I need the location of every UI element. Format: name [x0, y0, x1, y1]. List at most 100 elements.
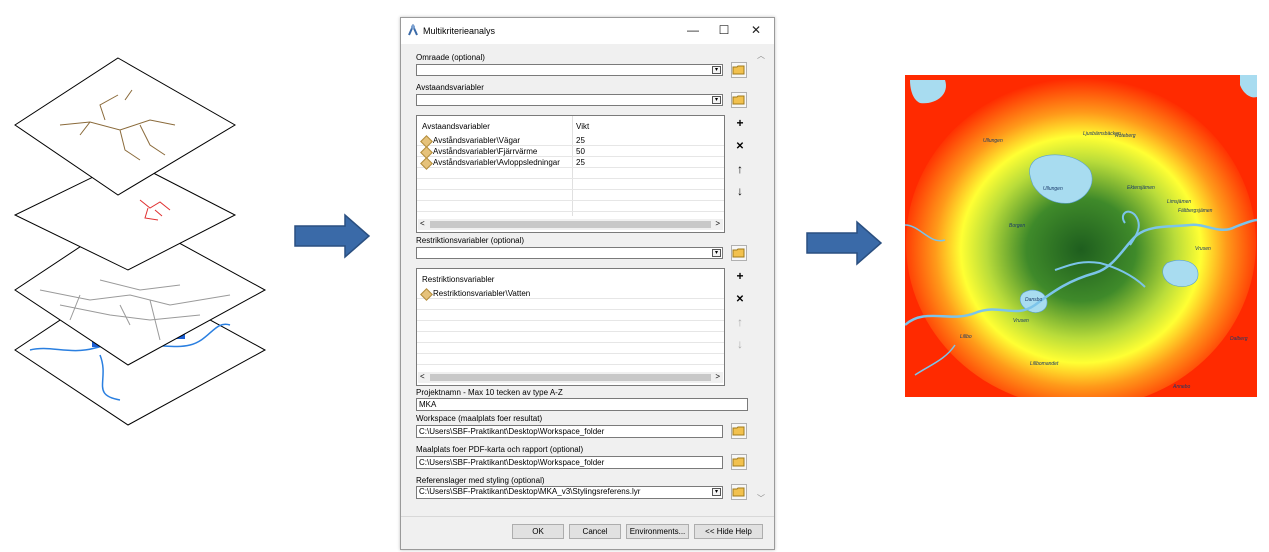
- button-bar-divider: [401, 516, 774, 517]
- close-button[interactable]: ✕: [747, 22, 765, 38]
- cancel-button[interactable]: Cancel: [569, 524, 621, 539]
- referens-combo[interactable]: C:\Users\SBF-Praktikant\Desktop\MKA_v3\S…: [416, 486, 723, 499]
- scroll-right-arrow-icon[interactable]: >: [715, 219, 720, 228]
- map-label-uppsala: Ullungen: [983, 138, 1003, 144]
- tool-icon: [408, 24, 418, 36]
- restriktion-label: Restriktionsvariabler (optional): [416, 236, 525, 245]
- map-label-lillbo: Lillbo: [960, 334, 972, 340]
- table-row-empty: [417, 321, 724, 332]
- row-weight[interactable]: 25: [576, 158, 585, 167]
- map-label-faltberg: Fältbergsjämen: [1178, 208, 1213, 214]
- right-arrow-icon: [806, 220, 883, 266]
- row-weight[interactable]: 50: [576, 147, 585, 156]
- hide-help-button[interactable]: << Hide Help: [694, 524, 763, 539]
- horizontal-scrollbar[interactable]: < >: [418, 372, 723, 383]
- referens-label: Referenslager med styling (optional): [416, 476, 545, 485]
- right-arrow-icon: [294, 213, 371, 259]
- table-row-empty: [417, 310, 724, 321]
- omraade-label: Omraade (optional): [416, 53, 485, 62]
- horizontal-scrollbar[interactable]: < >: [418, 219, 723, 230]
- folder-icon: [732, 95, 745, 105]
- table-row-empty: [417, 343, 724, 354]
- table-row[interactable]: Avståndsvariabler\Fjärrvärme 50: [417, 146, 724, 159]
- map-label-ektersjamen: Ektersjämen: [1127, 185, 1155, 191]
- workspace-browse-button[interactable]: [731, 423, 747, 439]
- omraade-browse-button[interactable]: [731, 62, 747, 78]
- ok-button[interactable]: OK: [512, 524, 564, 539]
- map-label-dalberg: Dalberg: [1230, 336, 1248, 342]
- scroll-thumb[interactable]: [430, 374, 711, 381]
- move-up-button[interactable]: ↑: [732, 162, 748, 178]
- move-down-button[interactable]: ↓: [732, 184, 748, 200]
- scroll-up-arrow-icon[interactable]: ︿: [757, 50, 765, 61]
- table-row[interactable]: Avståndsvariabler\Avloppsledningar 25: [417, 157, 724, 170]
- add-row-button[interactable]: +: [732, 116, 748, 132]
- avstaand-label: Avstaandsvariabler: [416, 83, 484, 92]
- row-weight[interactable]: 25: [576, 136, 585, 145]
- row-name: Avståndsvariabler\Avloppsledningar: [433, 158, 560, 167]
- map-label-borgen: Borgen: [1009, 223, 1025, 229]
- sewage-layer: [14, 57, 236, 196]
- column-header-name: Restriktionsvariabler: [422, 275, 495, 284]
- pdf-input[interactable]: C:\Users\SBF-Praktikant\Desktop\Workspac…: [416, 456, 723, 469]
- workspace-label: Workspace (maalplats foer resultat): [416, 414, 543, 423]
- workspace-input[interactable]: C:\Users\SBF-Praktikant\Desktop\Workspac…: [416, 425, 723, 438]
- minimize-button[interactable]: —: [684, 22, 702, 38]
- avstaand-browse-button[interactable]: [731, 92, 747, 108]
- table-row[interactable]: Restriktionsvariabler\Vatten: [417, 288, 724, 301]
- dropdown-arrow-icon[interactable]: ▾: [712, 488, 721, 496]
- dropdown-arrow-icon[interactable]: ▾: [712, 96, 721, 104]
- projektnamn-label: Projektnamn - Max 10 tecken av type A-Z: [416, 388, 563, 397]
- table-row-empty: [417, 179, 724, 190]
- environments-button[interactable]: Environments...: [626, 524, 689, 539]
- dropdown-arrow-icon[interactable]: ▾: [712, 66, 721, 74]
- map-label-lillbomandet: Lillbomandet: [1030, 361, 1059, 367]
- remove-row-button[interactable]: ✕: [732, 139, 748, 155]
- table-row[interactable]: Avståndsvariabler\Vägar 25: [417, 135, 724, 148]
- folder-icon: [732, 487, 745, 497]
- restriktion-browse-button[interactable]: [731, 245, 747, 261]
- move-up-button[interactable]: ↑: [732, 315, 748, 331]
- move-down-button[interactable]: ↓: [732, 337, 748, 353]
- folder-icon: [732, 457, 745, 467]
- projektnamn-input[interactable]: MKA: [416, 398, 748, 411]
- restriktion-combo[interactable]: ▾: [416, 247, 723, 259]
- scroll-left-arrow-icon[interactable]: <: [420, 219, 425, 228]
- referens-browse-button[interactable]: [731, 484, 747, 500]
- table-row-empty: [417, 354, 724, 365]
- row-name: Restriktionsvariabler\Vatten: [433, 289, 531, 298]
- map-label-dansbo: Dansbo: [1025, 297, 1042, 303]
- pdf-label: Maalplats foer PDF-karta och rapport (op…: [416, 445, 584, 454]
- vertical-scrollbar[interactable]: ︿ ﹀: [754, 48, 769, 509]
- dropdown-arrow-icon[interactable]: ▾: [712, 249, 721, 257]
- map-label-roteberg: Roteberg: [1115, 133, 1136, 139]
- map-label-annebo: Annebo: [1172, 384, 1190, 390]
- avstaand-combo[interactable]: ▾: [416, 94, 723, 106]
- folder-icon: [732, 248, 745, 258]
- column-header-name: Avstaandsvariabler: [422, 122, 490, 131]
- dialog-title: Multikriterieanalys: [423, 26, 496, 36]
- row-name: Avståndsvariabler\Fjärrvärme: [433, 147, 538, 156]
- title-bar: Multikriterieanalys — ☐ ✕: [401, 18, 774, 44]
- omraade-combo[interactable]: ▾: [416, 64, 723, 76]
- multikriterieanalys-dialog: Multikriterieanalys — ☐ ✕ ︿ ﹀ Omraade (o…: [400, 17, 775, 550]
- scroll-right-arrow-icon[interactable]: >: [715, 372, 720, 381]
- pdf-browse-button[interactable]: [731, 454, 747, 470]
- scroll-left-arrow-icon[interactable]: <: [420, 372, 425, 381]
- column-header-weight: Vikt: [576, 122, 590, 131]
- map-label-vrusen-east: Vrusen: [1195, 246, 1211, 252]
- restriktion-table: Restriktionsvariabler Restriktionsvariab…: [416, 268, 725, 386]
- stacked-layers-illustration: [13, 57, 267, 426]
- lake-vrusen: [1162, 260, 1199, 287]
- table-row-empty: [417, 299, 724, 310]
- scroll-thumb[interactable]: [430, 221, 711, 228]
- referens-value: C:\Users\SBF-Praktikant\Desktop\MKA_v3\S…: [419, 487, 641, 496]
- scroll-down-arrow-icon[interactable]: ﹀: [757, 493, 765, 504]
- maximize-button[interactable]: ☐: [715, 22, 733, 38]
- table-row-empty: [417, 190, 724, 201]
- suitability-gradient: [906, 78, 1256, 397]
- table-row-empty: [417, 201, 724, 212]
- add-row-button[interactable]: +: [732, 269, 748, 285]
- remove-row-button[interactable]: ✕: [732, 292, 748, 308]
- row-name: Avståndsvariabler\Vägar: [433, 136, 521, 145]
